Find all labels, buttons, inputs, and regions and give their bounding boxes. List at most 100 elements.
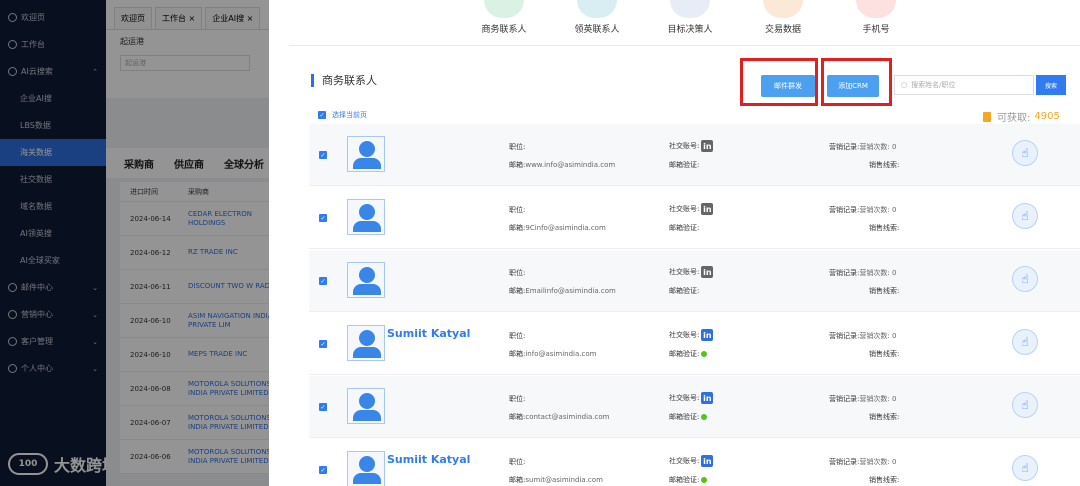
select-page-checkbox[interactable]: ✓ 选择当前页 <box>318 110 367 120</box>
category-tab[interactable]: 目标决策人 <box>650 0 730 35</box>
title-label: 职位: <box>509 206 526 214</box>
category-tab[interactable]: 领英联系人 <box>557 0 637 35</box>
category-tab[interactable]: 手机号 <box>836 0 916 35</box>
sidebar-item[interactable]: 客户管理 ⌄ <box>0 328 106 355</box>
contact-name[interactable]: Sumiit Katyal <box>387 453 470 466</box>
search-button[interactable]: 搜索 <box>1036 75 1066 95</box>
contact-action-button[interactable]: ☝ <box>1012 266 1038 292</box>
email-value[interactable]: contact@asimindia.com <box>525 413 609 421</box>
menu-icon <box>8 364 17 373</box>
sidebar-item[interactable]: 个人中心 ⌄ <box>0 355 106 382</box>
contact-action-button[interactable]: ☝ <box>1012 455 1038 481</box>
import-date: 2024-06-11 <box>130 282 171 291</box>
brand-logo: 100 大数跨境 <box>8 452 118 476</box>
row-checkbox[interactable]: ✓ <box>319 151 327 159</box>
contact-row: ✓ 职位: 邮箱:9Cinfo@asimindia.com 社交账号: in 邮箱验证: 营… <box>309 187 1080 249</box>
chevron-down-icon: ⌄ <box>92 310 98 319</box>
sidebar-item[interactable]: 社交数据 <box>0 166 106 193</box>
email-label: 邮箱: <box>509 224 526 232</box>
row-checkbox[interactable]: ✓ <box>319 466 327 474</box>
title-label: 职位: <box>509 458 526 466</box>
leads-label: 销售线索: <box>869 476 900 484</box>
title-label: 职位: <box>509 143 526 151</box>
linkedin-icon[interactable]: in <box>701 140 714 152</box>
avatar-head-icon <box>359 330 375 346</box>
tab-welcome[interactable]: 欢迎页 <box>114 7 152 29</box>
category-tab[interactable]: 商务联系人 <box>464 0 544 35</box>
linkedin-icon[interactable]: in <box>701 329 714 341</box>
row-checkbox[interactable]: ✓ <box>319 403 327 411</box>
category-label: 交易数据 <box>764 25 801 35</box>
sidebar-item[interactable]: 海关数据 <box>0 139 106 166</box>
verify-field: 邮箱验证: <box>669 223 699 233</box>
sidebar-item[interactable]: LBS数据 <box>0 112 106 139</box>
contact-action-button[interactable]: ☝ <box>1012 392 1038 418</box>
title-field: 职位: <box>509 205 525 215</box>
avatar-body-icon <box>353 347 381 358</box>
leads-field: 销售线索: <box>869 475 899 485</box>
sidebar-item-label: AI云搜索 <box>21 67 53 76</box>
contact-action-button[interactable]: ☝ <box>1012 329 1038 355</box>
tab-workbench[interactable]: 工作台 × <box>155 7 203 29</box>
sidebar-item[interactable]: 邮件中心 ⌄ <box>0 274 106 301</box>
email-value[interactable]: Emailinfo@asimindia.com <box>525 287 615 295</box>
search-placeholder: 搜索姓名/职位 <box>911 81 956 89</box>
hand-pointer-icon: ☝ <box>1021 461 1029 475</box>
sidebar-item-label: 营销中心 <box>21 310 53 319</box>
row-checkbox[interactable]: ✓ <box>319 214 327 222</box>
search-icon: ○ <box>901 81 908 89</box>
tab-enterprise-search[interactable]: 企业AI搜 × <box>205 7 261 29</box>
contact-name[interactable]: Sumiit Katyal <box>387 327 470 340</box>
section-title: 商务联系人 <box>311 74 377 87</box>
sidebar-item[interactable]: 企业AI搜 <box>0 85 106 112</box>
leads-label: 销售线索: <box>869 413 900 421</box>
sidebar-item[interactable]: AI全球买家 <box>0 247 106 274</box>
avatar-body-icon <box>353 158 381 169</box>
sidebar-item[interactable]: AI领英搜 <box>0 220 106 247</box>
contact-action-button[interactable]: ☝ <box>1012 140 1038 166</box>
search-input[interactable]: ○ 搜索姓名/职位 <box>894 75 1034 95</box>
avatar <box>347 199 385 235</box>
avatar-body-icon <box>353 221 381 232</box>
email-value[interactable]: www.info@asimindia.com <box>525 161 615 169</box>
sidebar-item-label: 社交数据 <box>20 175 52 184</box>
sidebar-item[interactable]: 营销中心 ⌄ <box>0 301 106 328</box>
verify-field: 邮箱验证: <box>669 160 699 170</box>
leads-label: 销售线索: <box>869 287 900 295</box>
linkedin-icon[interactable]: in <box>701 266 714 278</box>
title-field: 职位: <box>509 331 525 341</box>
linkedin-icon[interactable]: in <box>701 203 714 215</box>
row-checkbox[interactable]: ✓ <box>319 277 327 285</box>
row-checkbox[interactable]: ✓ <box>319 340 327 348</box>
category-tab[interactable]: 交易数据 <box>743 0 823 35</box>
email-value[interactable]: info@asimindia.com <box>525 350 596 358</box>
social-field: 社交账号: in <box>669 266 714 278</box>
tab-suppliers[interactable]: 供应商 <box>174 156 204 171</box>
contact-action-button[interactable]: ☝ <box>1012 203 1038 229</box>
linkedin-icon[interactable]: in <box>701 455 714 467</box>
col-buyer: 采购商 <box>188 187 209 196</box>
avatar-head-icon <box>359 204 375 220</box>
select-page-label: 选择当前页 <box>332 111 367 119</box>
email-value[interactable]: sumit@asimindia.com <box>525 476 603 484</box>
contact-row: ✓ Sumiit Katyal 职位: 邮箱:info@asimindia.com 社交… <box>309 313 1080 375</box>
marketing-label: 营销记录: <box>829 395 860 403</box>
tab-global-analysis[interactable]: 全球分析 <box>224 156 264 171</box>
departure-port-input[interactable]: 起运港 <box>120 55 250 71</box>
social-field: 社交账号: in <box>669 392 714 404</box>
sidebar-item-label: 个人中心 <box>21 364 53 373</box>
app-root: 欢迎页 工作台 AI云搜索 ⌃ 企业AI搜 LBS数据 海关数据 社交数据 域名数据 AI领英搜 A… <box>0 0 1080 486</box>
chevron-up-icon: ⌃ <box>92 67 98 76</box>
chevron-down-icon: ⌄ <box>92 337 98 346</box>
verify-label: 邮箱验证: <box>669 161 700 169</box>
sidebar-item[interactable]: 欢迎页 <box>0 4 106 31</box>
sidebar-item-label: 海关数据 <box>20 148 52 157</box>
tab-buyers[interactable]: 采购商 <box>124 156 154 171</box>
email-value[interactable]: 9Cinfo@asimindia.com <box>525 224 605 232</box>
sidebar-item[interactable]: AI云搜索 ⌃ <box>0 58 106 85</box>
import-date: 2024-06-06 <box>130 452 171 461</box>
sidebar-item[interactable]: 域名数据 <box>0 193 106 220</box>
sidebar-item[interactable]: 工作台 <box>0 31 106 58</box>
title-label: 职位: <box>509 395 526 403</box>
linkedin-icon[interactable]: in <box>701 392 714 404</box>
